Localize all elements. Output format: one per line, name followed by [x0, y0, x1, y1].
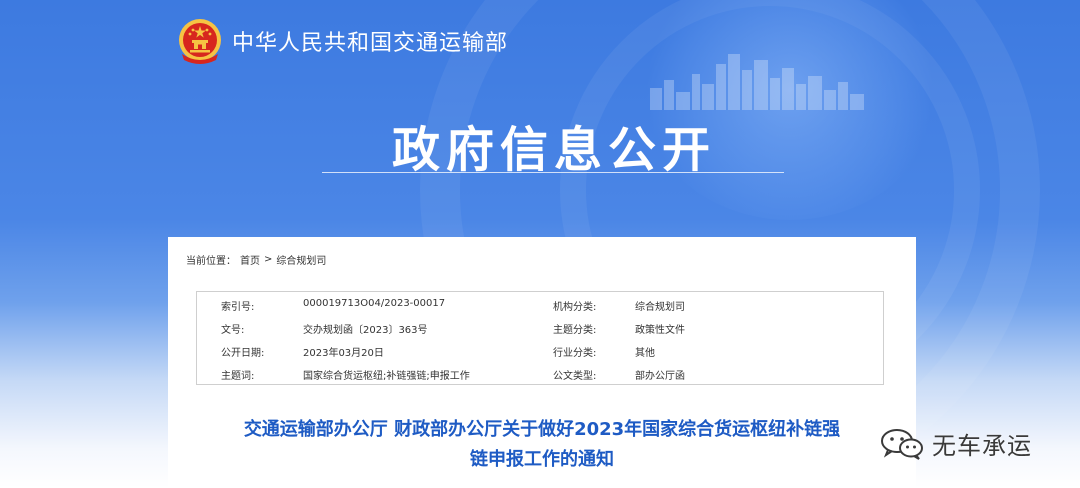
city-skyline-decoration	[650, 54, 864, 110]
wechat-icon	[881, 428, 923, 460]
info-value: 综合规划司	[635, 302, 685, 313]
wechat-watermark: 无车承运	[880, 426, 1032, 461]
watermark-text: 无车承运	[932, 432, 1032, 460]
info-label: 机构分类:	[553, 302, 597, 313]
table-row: 主题词: 国家综合货运枢纽;补链强链;申报工作 公文类型: 部办公厅函	[197, 361, 883, 384]
info-value: 000019713O04/2023-00017	[303, 298, 446, 309]
banner-underline	[322, 172, 784, 173]
document-title: 交通运输部办公厅 财政部办公厅关于做好2023年国家综合货运枢纽补链强 链申报工…	[192, 415, 892, 475]
table-row: 文号: 交办规划函〔2023〕363号 主题分类: 政策性文件	[197, 315, 883, 338]
breadcrumb-current-link[interactable]: 综合规划司	[276, 252, 326, 267]
site-header: 中华人民共和国交通运输部	[178, 18, 508, 64]
info-value: 政策性文件	[635, 325, 685, 336]
ministry-name[interactable]: 中华人民共和国交通运输部	[232, 25, 508, 57]
national-emblem-icon[interactable]	[178, 18, 222, 64]
breadcrumb-home-link[interactable]: 首页	[240, 252, 260, 267]
info-value: 国家综合货运枢纽;补链强链;申报工作	[303, 371, 470, 382]
info-label: 公文类型:	[553, 371, 597, 382]
info-value: 其他	[635, 348, 655, 359]
info-value: 2023年03月20日	[303, 348, 384, 359]
info-label: 文号:	[221, 325, 245, 336]
info-label: 行业分类:	[553, 348, 597, 359]
info-value: 交办规划函〔2023〕363号	[303, 325, 428, 336]
document-info-table: 索引号: 000019713O04/2023-00017 机构分类: 综合规划司…	[196, 291, 884, 385]
content-card: 当前位置： 首页 > 综合规划司 索引号: 000019713O04/2023-…	[168, 237, 916, 488]
info-value: 部办公厅函	[635, 371, 685, 382]
document-title-line: 交通运输部办公厅 财政部办公厅关于做好2023年国家综合货运枢纽补链强	[243, 419, 841, 440]
breadcrumb-label: 当前位置：	[186, 256, 236, 267]
breadcrumb: 当前位置： 首页 > 综合规划司	[186, 252, 326, 267]
info-label: 公开日期:	[221, 348, 265, 359]
info-label: 主题分类:	[553, 325, 597, 336]
banner-title: 政府信息公开	[391, 122, 716, 178]
info-label: 主题词:	[221, 371, 255, 382]
table-row: 索引号: 000019713O04/2023-00017 机构分类: 综合规划司	[197, 292, 883, 315]
table-row: 公开日期: 2023年03月20日 行业分类: 其他	[197, 338, 883, 361]
info-label: 索引号:	[221, 302, 255, 313]
document-title-line: 链申报工作的通知	[470, 449, 614, 470]
breadcrumb-separator: >	[264, 254, 273, 265]
